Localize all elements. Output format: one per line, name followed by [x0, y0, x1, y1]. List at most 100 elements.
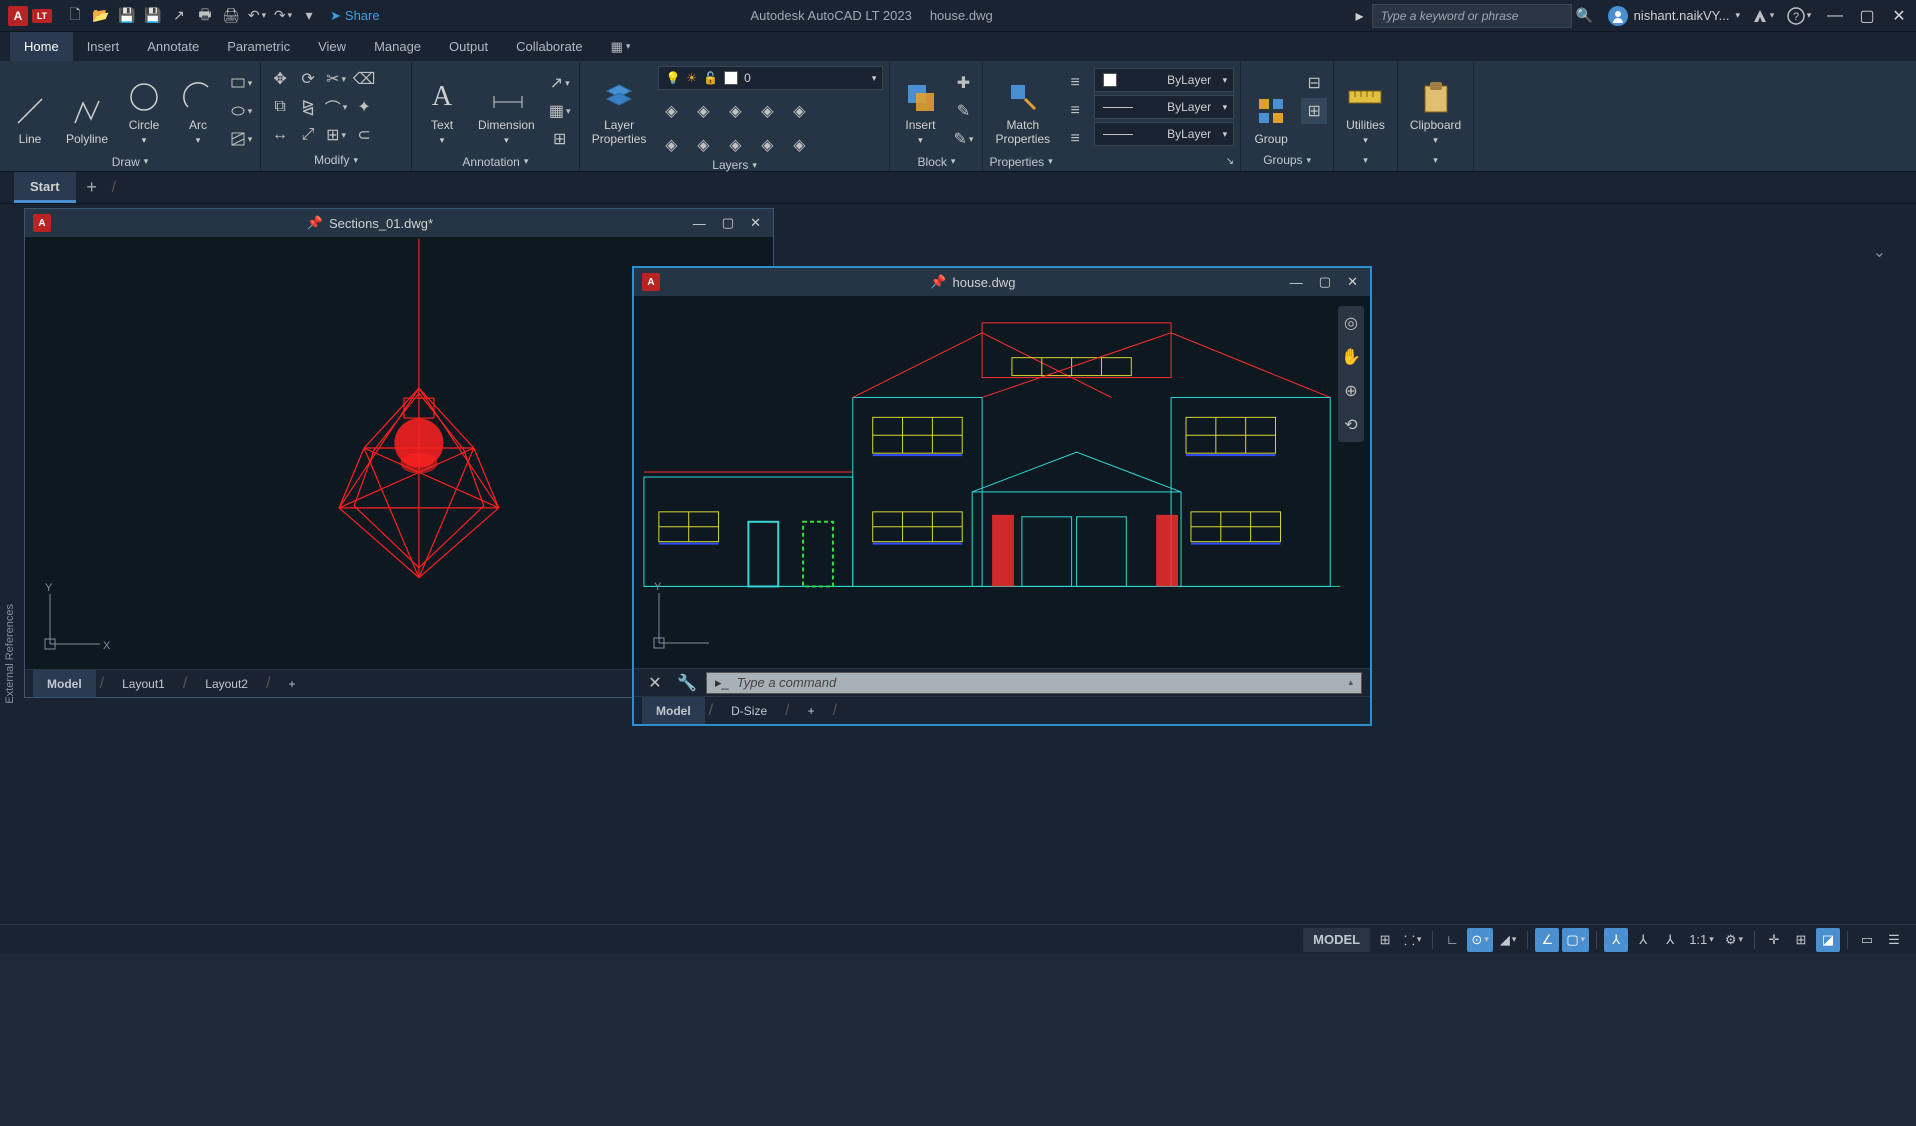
canvas-house[interactable]: ◎ ✋ ⊕ ⟲ Y — [634, 296, 1370, 668]
layer-lock-icon[interactable]: ◈ — [722, 98, 748, 124]
doc-close-icon[interactable]: ✕ — [1343, 274, 1362, 290]
sb-units-icon[interactable]: ⊞ — [1789, 928, 1813, 952]
match-properties-button[interactable]: Match Properties — [989, 66, 1056, 148]
sb-anno3-icon[interactable]: ⅄ — [1658, 928, 1682, 952]
minimize-icon[interactable]: — — [1826, 7, 1844, 25]
web-icon[interactable]: ↗ — [166, 3, 192, 29]
maximize-icon[interactable]: ▢ — [1858, 7, 1876, 25]
tab-manage[interactable]: Manage — [360, 32, 435, 61]
line-button[interactable]: Line — [6, 66, 54, 148]
doc-minimize-icon[interactable]: — — [1286, 275, 1307, 290]
layout-tab-model-house[interactable]: Model — [642, 697, 705, 724]
doc-titlebar-sections[interactable]: A 📌Sections_01.dwg* — ▢ ✕ — [25, 209, 773, 237]
rotate-icon[interactable]: ⟳ — [295, 66, 321, 92]
ungroup-icon[interactable]: ⊟ — [1301, 70, 1327, 96]
tab-output[interactable]: Output — [435, 32, 502, 61]
layer-properties-button[interactable]: Layer Properties — [586, 66, 653, 148]
hatch-icon[interactable] — [228, 126, 254, 152]
qat-dropdown-icon[interactable]: ▾ — [296, 3, 322, 29]
tab-home[interactable]: Home — [10, 32, 73, 61]
sb-scale-button[interactable]: 1:1 — [1685, 928, 1718, 952]
layout-tab-dsize[interactable]: D-Size — [717, 697, 781, 724]
sb-osnap-icon[interactable]: ∠ — [1535, 928, 1559, 952]
mirror-icon[interactable]: ⧎ — [295, 94, 321, 120]
sb-ortho-icon[interactable]: ∟ — [1440, 928, 1464, 952]
cmd-close-icon[interactable]: ✕ — [642, 670, 668, 696]
prop-icon-3[interactable]: ≡ — [1062, 126, 1088, 152]
saveas-icon[interactable]: 💾 — [140, 3, 166, 29]
open-icon[interactable]: 📂 — [88, 3, 114, 29]
doc-maximize-icon[interactable]: ▢ — [718, 215, 738, 231]
copy-icon[interactable]: ⧉ — [267, 94, 293, 120]
close-icon[interactable]: ✕ — [1890, 7, 1908, 25]
linetype-combo[interactable]: ByLayer — [1094, 122, 1234, 146]
panel-properties-title[interactable]: Properties ▾ ↘ — [989, 152, 1234, 171]
search-icon[interactable]: 🔍 — [1572, 3, 1598, 29]
panel-block-title[interactable]: Block ▾ — [896, 152, 976, 171]
sb-anno-icon[interactable]: ⅄ — [1604, 928, 1628, 952]
layout-tab-layout1[interactable]: Layout1 — [108, 670, 179, 697]
stretch-icon[interactable]: ↔ — [267, 122, 293, 148]
tab-collaborate[interactable]: Collaborate — [502, 32, 597, 61]
tab-annotate[interactable]: Annotate — [133, 32, 213, 61]
redo-icon[interactable]: ↷ — [270, 3, 296, 29]
edit-block-icon[interactable]: ✎ — [950, 98, 976, 124]
panel-clipboard-title[interactable]: ▾ — [1404, 149, 1467, 171]
table-icon[interactable]: ▦ — [547, 98, 573, 124]
doc-titlebar-house[interactable]: A 📌house.dwg — ▢ ✕ — [634, 268, 1370, 296]
layer-unlock-icon[interactable]: ◈ — [722, 132, 748, 158]
sb-anno2-icon[interactable]: ⅄ — [1631, 928, 1655, 952]
plot-icon[interactable]: 🖶 — [192, 3, 218, 29]
sb-plus-icon[interactable]: ✛ — [1762, 928, 1786, 952]
file-tab-start[interactable]: Start — [14, 172, 76, 203]
utilities-button[interactable]: Utilities ▾ — [1340, 66, 1391, 148]
group-edit-icon[interactable]: ⊞ — [1301, 98, 1327, 124]
layout-tab-layout2[interactable]: Layout2 — [191, 670, 262, 697]
layout-tab-add-house[interactable]: + — [794, 697, 829, 724]
layer-freeze-icon[interactable]: ◈ — [690, 98, 716, 124]
share-button[interactable]: ➤ Share — [322, 8, 388, 24]
rectangle-icon[interactable] — [228, 70, 254, 96]
tab-insert[interactable]: Insert — [73, 32, 134, 61]
explode-icon[interactable]: ✦ — [351, 94, 377, 120]
layer-combo[interactable]: 💡 ☀ 🔓 0 ▾ — [658, 66, 883, 90]
panel-draw-title[interactable]: Draw ▾ — [6, 152, 254, 171]
sb-gear-icon[interactable]: ⚙ — [1721, 928, 1747, 952]
sb-otrack-icon[interactable]: ▢ — [1562, 928, 1589, 952]
nav-zoom-icon[interactable]: ⊕ — [1338, 378, 1364, 404]
leader-icon[interactable]: ↗ — [547, 70, 573, 96]
sb-quickprops-icon[interactable]: ◪ — [1816, 928, 1840, 952]
ellipse-icon[interactable] — [228, 98, 254, 124]
sb-grid-icon[interactable]: ⊞ — [1373, 928, 1397, 952]
cmd-wrench-icon[interactable]: 🔧 — [674, 670, 700, 696]
layer-iso-icon[interactable]: ◈ — [754, 98, 780, 124]
erase-icon[interactable]: ⌫ — [351, 66, 377, 92]
nav-orbit-icon[interactable]: ⟲ — [1338, 412, 1364, 438]
group-button[interactable]: Group — [1247, 66, 1295, 148]
command-input[interactable]: ▸_ Type a command ▴ — [706, 672, 1362, 694]
tab-parametric[interactable]: Parametric — [213, 32, 304, 61]
color-combo[interactable]: ByLayer — [1094, 68, 1234, 92]
sb-clean-icon[interactable]: ▭ — [1855, 928, 1879, 952]
table2-icon[interactable]: ⊞ — [547, 126, 573, 152]
title-arrow-icon[interactable]: ▸ — [1356, 6, 1364, 26]
new-icon[interactable]: 🗋 — [62, 3, 88, 29]
undo-icon[interactable]: ↶ — [244, 3, 270, 29]
insert-button[interactable]: Insert ▾ — [896, 66, 944, 148]
circle-button[interactable]: Circle ▾ — [120, 66, 168, 148]
help-icon[interactable]: ? — [1786, 3, 1812, 29]
doc-maximize-icon[interactable]: ▢ — [1315, 274, 1335, 290]
panel-utilities-title[interactable]: ▾ — [1340, 149, 1391, 171]
create-block-icon[interactable]: ✚ — [950, 70, 976, 96]
layer-match-icon[interactable]: ◈ — [786, 132, 812, 158]
move-icon[interactable]: ✥ — [267, 66, 293, 92]
trim-icon[interactable]: ✂ — [323, 66, 349, 92]
panel-modify-title[interactable]: Modify ▾ — [267, 149, 405, 171]
layer-on-icon[interactable]: ◈ — [658, 132, 684, 158]
layer-thaw-icon[interactable]: ◈ — [690, 132, 716, 158]
clipboard-button[interactable]: Clipboard ▾ — [1404, 66, 1467, 148]
print-icon[interactable]: 🖨 — [218, 3, 244, 29]
layer-off-icon[interactable]: ◈ — [658, 98, 684, 124]
edit-attr-icon[interactable]: ✎ — [950, 126, 976, 152]
sb-customize-icon[interactable]: ☰ — [1882, 928, 1906, 952]
